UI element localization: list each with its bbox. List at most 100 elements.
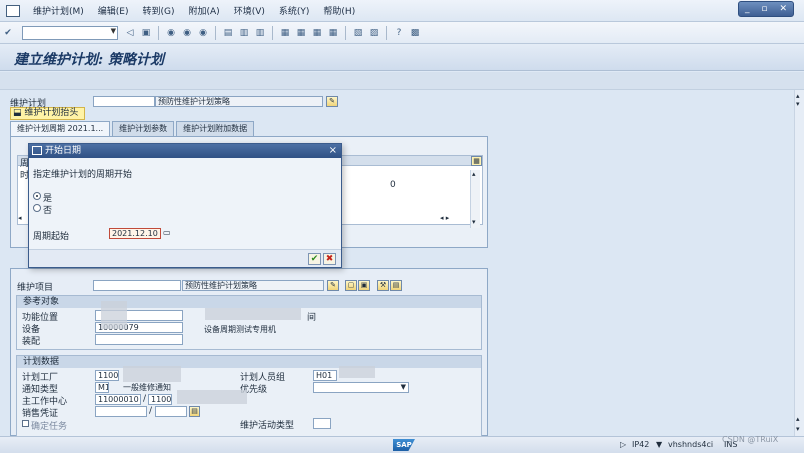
plant-field[interactable]: 1100 xyxy=(95,370,119,381)
expand-icon: ⬓ xyxy=(13,108,25,118)
cancel-icon[interactable]: ◉ xyxy=(197,27,209,39)
redaction-blur xyxy=(339,366,375,378)
scroll-up-icon[interactable]: ▴ xyxy=(472,170,476,178)
work-center-field[interactable]: 11000010 xyxy=(95,394,141,405)
chevron-down-icon[interactable]: ▼ xyxy=(111,27,116,35)
tab-strip: 维护计划周期 2021.1... 维护计划参数 维护计划附加数据 xyxy=(10,121,256,136)
back-nav-icon[interactable]: ◉ xyxy=(165,27,177,39)
notification-type-description: 一般维修通知 xyxy=(123,383,171,392)
confirm-task-checkbox[interactable] xyxy=(22,420,29,427)
prev-page-icon[interactable]: ▦ xyxy=(295,27,307,39)
find-icon[interactable]: ▥ xyxy=(238,27,250,39)
redaction-blur xyxy=(101,301,127,329)
item-long-text-icon[interactable]: ✎ xyxy=(327,280,339,291)
scroll-down-icon[interactable]: ▾ xyxy=(472,218,476,226)
scroll-up-icon[interactable]: ▴ xyxy=(796,92,800,100)
long-text-icon[interactable]: ✎ xyxy=(326,96,338,107)
system-menu-icon[interactable] xyxy=(6,4,20,17)
window-controls[interactable]: _ ▫ ✕ xyxy=(738,1,794,17)
activity-type-field[interactable] xyxy=(313,418,331,429)
cancel-button[interactable]: ✖ xyxy=(323,253,336,265)
assembly-field[interactable] xyxy=(95,334,183,345)
sales-document-label: 销售凭证 xyxy=(22,409,59,419)
save-icon[interactable]: ▣ xyxy=(140,27,152,39)
grid-scroll-horizontal-icon[interactable]: ◂ ▸ xyxy=(440,214,449,222)
status-system[interactable]: IP42 xyxy=(632,440,649,449)
status-host: vhshnds4ci xyxy=(668,440,714,449)
print-icon[interactable]: ▤ xyxy=(222,27,234,39)
planner-group-field[interactable]: H01 xyxy=(313,370,337,381)
toolbar-separator xyxy=(345,25,346,40)
cycle-start-label: 周期起始 xyxy=(33,232,70,242)
minimize-icon[interactable]: _ xyxy=(745,4,750,14)
scroll-up-icon[interactable]: ▴ xyxy=(796,415,800,423)
redaction-blur xyxy=(205,308,301,320)
work-center-plant-field[interactable]: 1100 xyxy=(148,394,172,405)
item-detail-icon[interactable]: ▤ xyxy=(390,280,402,291)
toolbar-separator xyxy=(272,25,273,40)
sales-document-item-field[interactable] xyxy=(155,406,187,417)
chevron-down-icon[interactable]: ▼ xyxy=(401,383,406,392)
dialog-footer: ✔ ✖ xyxy=(29,249,341,267)
scroll-down-icon[interactable]: ▾ xyxy=(796,425,800,433)
tab-plan-additional-data[interactable]: 维护计划附加数据 xyxy=(176,121,255,136)
sales-document-help-icon[interactable]: ▤ xyxy=(189,406,200,417)
cycle-start-field[interactable]: 2021.12.10 xyxy=(109,228,161,239)
menu-maintenance-plan[interactable]: 维护计划(M) xyxy=(26,4,91,17)
activity-type-label: 维护活动类型 xyxy=(240,421,295,431)
back-icon[interactable]: ◁ xyxy=(124,27,136,39)
tab-plan-cycle[interactable]: 维护计划周期 2021.1... xyxy=(10,121,111,136)
radio-no[interactable] xyxy=(33,204,41,212)
exit-icon[interactable]: ◉ xyxy=(181,27,193,39)
grid-scroll-left-icon[interactable]: ◂ xyxy=(18,214,22,222)
toolbar-separator xyxy=(215,25,216,40)
work-center-separator: / xyxy=(143,394,147,404)
close-icon[interactable]: × xyxy=(329,144,337,158)
assembly-label: 装配 xyxy=(22,337,41,347)
title-bar: 建立维护计划: 策略计划 xyxy=(0,44,804,71)
restore-icon[interactable]: ▫ xyxy=(761,4,767,14)
item-tool-icon[interactable]: ⚒ xyxy=(377,280,389,291)
shortcut-icon[interactable]: ▨ xyxy=(368,27,380,39)
find-next-icon[interactable]: ▥ xyxy=(254,27,266,39)
layout-icon[interactable]: ▩ xyxy=(409,27,421,39)
grid-settings-icon[interactable]: ▦ xyxy=(471,156,482,166)
new-session-icon[interactable]: ▧ xyxy=(352,27,364,39)
grid-vertical-scrollbar[interactable]: ▴ ▾ xyxy=(470,170,480,228)
last-page-icon[interactable]: ▦ xyxy=(327,27,339,39)
next-page-icon[interactable]: ▦ xyxy=(311,27,323,39)
plan-description-field[interactable]: 预防性维护计划策略 xyxy=(155,96,323,107)
enter-icon[interactable]: ✔ xyxy=(2,27,14,39)
close-window-icon[interactable]: ✕ xyxy=(779,4,787,14)
dialog-body: 指定维护计划的周期开始 是 否 周期起始 2021.12.10 ▭ xyxy=(29,158,341,253)
item-copy-icon[interactable]: ▣ xyxy=(358,280,370,291)
first-page-icon[interactable]: ▦ xyxy=(279,27,291,39)
status-expand-icon[interactable]: ▷ xyxy=(620,440,626,449)
sales-document-field[interactable] xyxy=(95,406,147,417)
radio-no-label: 否 xyxy=(43,206,53,216)
menu-environment[interactable]: 环境(V) xyxy=(227,4,272,17)
menu-system[interactable]: 系统(Y) xyxy=(272,4,317,17)
item-description-field[interactable]: 预防性维护计划策略 xyxy=(182,280,324,291)
calendar-help-icon[interactable]: ▭ xyxy=(163,228,171,237)
radio-yes[interactable] xyxy=(33,192,41,200)
redaction-blur xyxy=(123,366,181,382)
notification-type-field[interactable]: M1 xyxy=(95,382,109,393)
plan-header-button[interactable]: ⬓ 维护计划抬头 xyxy=(10,107,86,120)
confirm-button[interactable]: ✔ xyxy=(308,253,321,265)
scroll-down-icon[interactable]: ▾ xyxy=(796,100,800,108)
item-number-field[interactable] xyxy=(93,280,181,291)
help-icon[interactable]: ? xyxy=(393,27,405,39)
menu-help[interactable]: 帮助(H) xyxy=(316,4,362,17)
priority-dropdown[interactable]: ▼ xyxy=(313,382,409,393)
chevron-down-icon[interactable]: ▼ xyxy=(656,440,662,449)
page-vertical-scrollbar[interactable]: ▴ ▾ ▴ ▾ xyxy=(794,90,804,436)
plan-number-field[interactable] xyxy=(93,96,155,107)
tab-plan-parameters[interactable]: 维护计划参数 xyxy=(112,121,175,136)
menu-goto[interactable]: 转到(G) xyxy=(136,4,182,17)
menu-extras[interactable]: 附加(A) xyxy=(182,4,227,17)
item-create-icon[interactable]: ▢ xyxy=(345,280,357,291)
dialog-title: 开始日期 xyxy=(45,146,82,156)
menu-edit[interactable]: 编辑(E) xyxy=(91,4,136,17)
command-field[interactable]: ▼ xyxy=(22,25,118,40)
